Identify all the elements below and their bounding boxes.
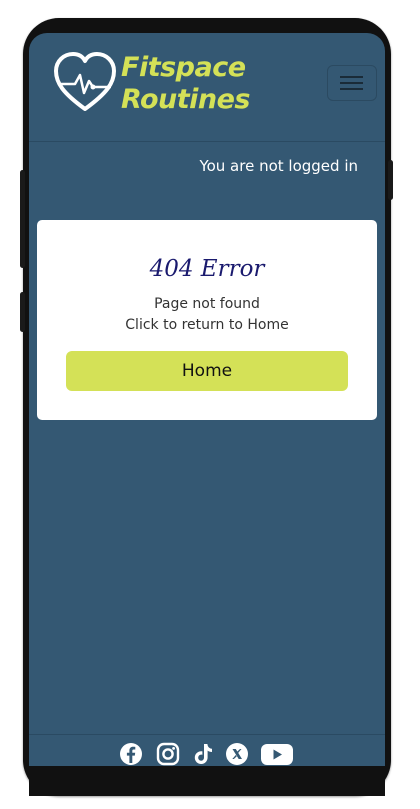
menu-bar bbox=[340, 88, 363, 90]
error-title: 404 Error bbox=[149, 256, 265, 282]
error-message: Page not found bbox=[154, 296, 260, 312]
x-icon[interactable] bbox=[225, 742, 249, 766]
volume-button bbox=[20, 170, 25, 268]
tiktok-icon[interactable] bbox=[191, 742, 215, 766]
phone-bottom-bezel bbox=[29, 766, 385, 796]
hamburger-menu-icon[interactable] bbox=[327, 65, 377, 101]
heart-pulse-icon bbox=[54, 52, 116, 111]
app-screen: Fitspace Routines You are not logged in … bbox=[29, 33, 385, 766]
facebook-icon[interactable] bbox=[119, 742, 143, 766]
instagram-icon[interactable] bbox=[156, 742, 180, 766]
error-hint: Click to return to Home bbox=[125, 317, 289, 333]
home-button[interactable]: Home bbox=[66, 351, 348, 391]
youtube-icon[interactable] bbox=[260, 742, 294, 766]
error-card: 404 Error Page not found Click to return… bbox=[37, 220, 377, 420]
brand-name-line2: Routines bbox=[121, 84, 250, 115]
brand-logo[interactable]: Fitspace Routines bbox=[53, 51, 253, 117]
volume-button bbox=[20, 292, 25, 332]
navbar: Fitspace Routines bbox=[29, 33, 385, 142]
menu-bar bbox=[340, 82, 363, 84]
login-status: You are not logged in bbox=[199, 157, 358, 175]
brand-name-line1: Fitspace bbox=[121, 52, 246, 83]
footer bbox=[29, 734, 385, 766]
menu-bar bbox=[340, 76, 363, 78]
power-button bbox=[388, 160, 393, 200]
